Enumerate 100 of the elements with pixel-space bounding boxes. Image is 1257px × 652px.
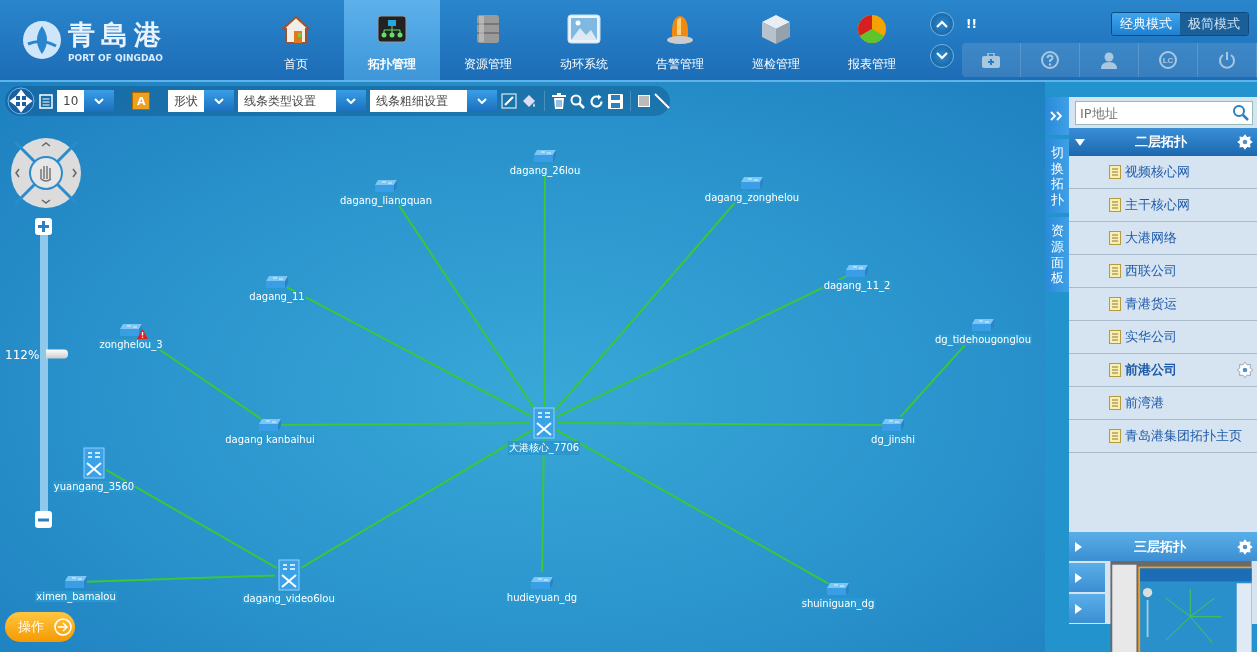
caret-right-icon	[1075, 572, 1082, 583]
document-icon	[1109, 264, 1121, 278]
nav-tab[interactable]: 告警管理	[632, 0, 728, 80]
node-label: dagang_11	[248, 291, 306, 302]
caret-icon	[477, 98, 488, 104]
logo-name: 青島港	[68, 18, 167, 52]
topology-item[interactable]: 视频核心网	[1069, 156, 1257, 189]
document-icon	[1109, 198, 1121, 212]
expand-button[interactable]	[1045, 97, 1069, 135]
mode-option[interactable]: 极简模式	[1180, 13, 1248, 35]
scroll-down-button[interactable]	[930, 44, 954, 68]
house-icon	[280, 13, 312, 45]
search-icon[interactable]	[1232, 104, 1250, 122]
document-icon	[1109, 429, 1121, 443]
node-label: dg_jinshi	[870, 434, 916, 445]
minus-icon	[38, 517, 49, 522]
settings-icon[interactable]	[1237, 134, 1253, 150]
font-size-select[interactable]: 10	[57, 90, 115, 112]
caret-icon	[345, 98, 356, 104]
topology-item[interactable]: 青港货运	[1069, 288, 1257, 321]
warning-icon	[137, 329, 148, 339]
document-icon	[1109, 330, 1121, 344]
node-label: dagang_11_2	[822, 280, 892, 291]
topology-item[interactable]: 前港公司	[1069, 354, 1257, 387]
image-icon	[567, 14, 601, 44]
caret-down-icon	[1075, 138, 1085, 146]
group-header[interactable]	[1069, 594, 1105, 623]
nav-tab[interactable]: 动环系统	[536, 0, 632, 80]
zoom-out-button[interactable]	[35, 511, 52, 528]
caret-right-icon	[1075, 541, 1082, 552]
chevron-up-icon	[936, 20, 948, 28]
document-icon	[1109, 231, 1121, 245]
settings-icon[interactable]	[1237, 362, 1253, 378]
settings-icon[interactable]	[1237, 538, 1253, 555]
caret-icon	[94, 98, 105, 104]
group-header[interactable]: 二层拓扑	[1069, 128, 1257, 156]
node-label: yuangang_3560	[52, 481, 136, 492]
node-label: dagang_liangquan	[338, 195, 434, 206]
pan-control[interactable]	[10, 137, 82, 209]
nav-tab[interactable]: 资源管理	[440, 0, 536, 80]
node-label: hudieyuan_dg	[505, 592, 579, 603]
node-label: dagang_zonghelou	[703, 192, 801, 203]
topology-item[interactable]: 前湾港	[1069, 387, 1257, 420]
document-icon	[1109, 297, 1121, 311]
search-field[interactable]: IP地址	[1075, 101, 1253, 125]
pie-chart-icon	[857, 14, 887, 44]
paint-bucket-icon[interactable]	[521, 93, 538, 109]
double-chevron-icon	[1050, 111, 1064, 121]
zoom-level: 112%	[5, 348, 40, 362]
slider-thumb[interactable]	[45, 349, 68, 359]
plus-icon	[38, 221, 49, 232]
nav-tab[interactable]: 报表管理	[824, 0, 920, 80]
nav-tab[interactable]: 巡检管理	[728, 0, 824, 80]
nav-tab[interactable]: 拓扑管理	[344, 0, 440, 80]
document-icon	[1109, 363, 1121, 377]
topology-item[interactable]: 青岛港集团拓扑主页	[1069, 420, 1257, 453]
list-icon[interactable]	[39, 93, 53, 109]
topology-item[interactable]: 实华公司	[1069, 321, 1257, 354]
notice-text: !!	[966, 17, 977, 31]
trash-icon[interactable]	[552, 93, 567, 109]
nav-tab[interactable]: 首页	[248, 0, 344, 80]
cube-icon	[760, 13, 792, 45]
node-label: ximen_bamalou	[35, 591, 117, 602]
logo-subtitle: PORT OF QINGDAO	[68, 53, 164, 63]
shape-select[interactable]: 形状	[168, 90, 234, 112]
node-label: shuiniguan_dg	[800, 598, 876, 609]
node-label: 大港核心_7706	[507, 441, 581, 455]
move-icon[interactable]	[7, 87, 35, 115]
zoom-in-button[interactable]	[35, 218, 52, 235]
save-icon[interactable]	[608, 93, 624, 109]
side-tab[interactable]: 资源面板	[1045, 217, 1069, 292]
line-tool-icon[interactable]	[654, 93, 670, 109]
scroll-up-button[interactable]	[930, 12, 954, 36]
node-label: dagang_26lou	[508, 165, 582, 176]
group-header[interactable]	[1069, 563, 1105, 592]
topology-item[interactable]: 大港网络	[1069, 222, 1257, 255]
refresh-icon[interactable]	[589, 93, 605, 109]
document-icon	[1109, 165, 1121, 179]
line-type-select[interactable]: 线条类型设置	[238, 90, 366, 112]
cylinder-icon	[475, 13, 501, 45]
caret-right-icon	[1075, 603, 1082, 614]
topology-item[interactable]: 主干核心网	[1069, 189, 1257, 222]
chevron-down-icon	[936, 52, 948, 60]
side-tab[interactable]: 切换拓扑	[1045, 139, 1069, 214]
monitor-icon	[376, 13, 408, 45]
node-label: dagang_video6lou	[242, 593, 336, 604]
arrow-circle-icon	[54, 618, 72, 636]
caret-icon	[214, 98, 224, 104]
document-icon	[1109, 396, 1121, 410]
edit-icon[interactable]	[501, 93, 518, 109]
beacon-icon	[665, 13, 695, 45]
node-label: dagang kanbaihui	[224, 434, 316, 445]
topology-item[interactable]: 西联公司	[1069, 255, 1257, 288]
search-icon[interactable]	[570, 93, 586, 109]
mode-option[interactable]: 经典模式	[1112, 13, 1180, 35]
node-label: dg_tidehougonglou	[933, 334, 1033, 345]
line-width-select[interactable]: 线条粗细设置	[369, 90, 498, 112]
group-header[interactable]: 三层拓扑	[1069, 532, 1257, 561]
node-label: zonghelou_3	[98, 339, 164, 350]
logo-icon	[22, 20, 62, 60]
